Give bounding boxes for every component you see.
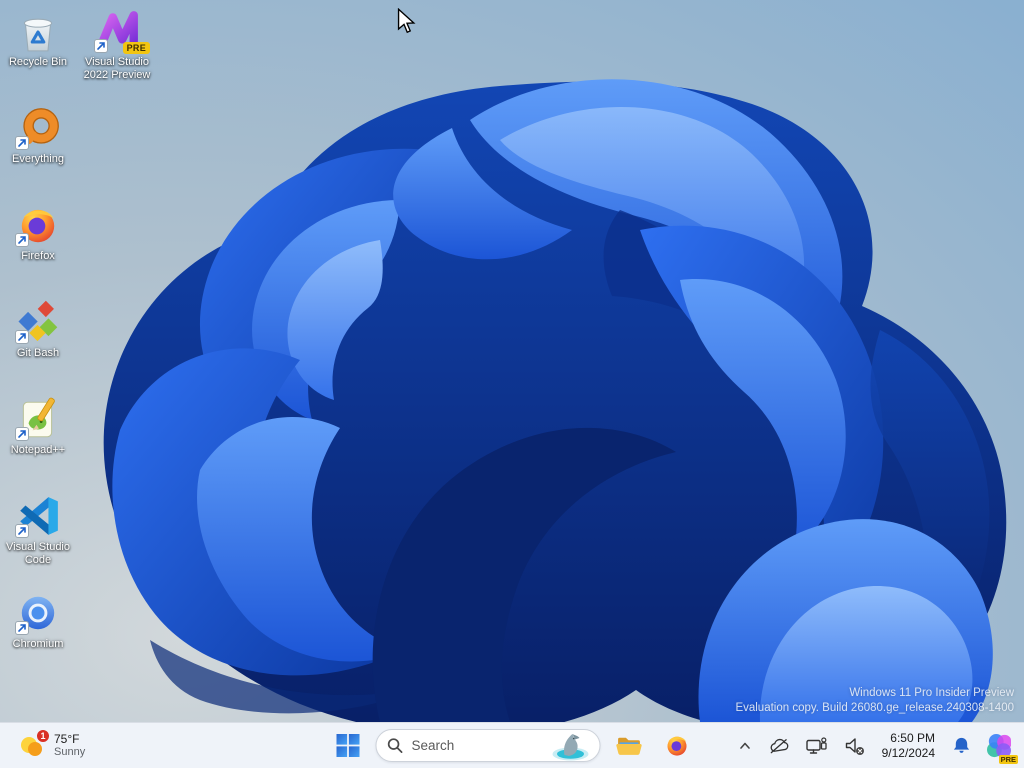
start-button[interactable]	[328, 726, 368, 766]
desktop-icon-git-bash[interactable]: Git Bash	[0, 299, 76, 360]
git-bash-icon	[15, 299, 61, 345]
clock-date: 9/12/2024	[882, 746, 935, 761]
notification-bell-icon	[952, 736, 971, 755]
chevron-up-icon	[738, 739, 752, 753]
desktop-icon-label: Firefox	[21, 250, 55, 263]
firefox-icon	[663, 732, 690, 759]
desktop-icon-firefox[interactable]: Firefox	[0, 202, 76, 263]
desktop-icon-label: Visual Studio Code	[0, 541, 76, 567]
watermark-line1: Windows 11 Pro Insider Preview	[735, 686, 1014, 701]
weather-temperature: 75°F	[54, 733, 85, 746]
clock-date-button[interactable]: 6:50 PM 9/12/2024	[876, 729, 941, 763]
windows-desktop-screen: Recycle Bin PRE Visual Studio 2022 Previ…	[0, 0, 1024, 768]
copilot-pre-badge: PRE	[999, 755, 1018, 764]
weather-widget[interactable]: 1 75°F Sunny	[8, 729, 95, 763]
search-highlight-dolphin-icon	[548, 731, 594, 761]
desktop: Recycle Bin PRE Visual Studio 2022 Previ…	[0, 0, 1024, 722]
desktop-icon-visual-studio-2022-preview[interactable]: PRE Visual Studio 2022 Preview	[79, 8, 155, 82]
insider-watermark: Windows 11 Pro Insider Preview Evaluatio…	[735, 686, 1014, 716]
volume-muted-icon	[844, 736, 865, 756]
shortcut-arrow-icon	[15, 233, 29, 247]
onedrive-tray-button[interactable]	[763, 732, 794, 760]
notification-center-button[interactable]	[947, 731, 976, 760]
taskbar: 1 75°F Sunny	[0, 722, 1024, 768]
shortcut-arrow-icon	[15, 621, 29, 635]
taskbar-center	[328, 723, 697, 768]
desktop-icon-label: Chromium	[13, 638, 64, 651]
show-hidden-icons-button[interactable]	[733, 734, 757, 758]
visual-studio-code-icon	[15, 493, 61, 539]
everything-icon	[15, 105, 61, 151]
file-explorer-icon	[615, 732, 642, 759]
search-icon	[387, 737, 404, 754]
onedrive-disabled-icon	[768, 737, 789, 755]
shortcut-arrow-icon	[15, 330, 29, 344]
wallpaper-bloom	[0, 0, 1024, 722]
shortcut-arrow-icon	[15, 427, 29, 441]
desktop-icon-notepad-plus-plus[interactable]: Notepad++	[0, 396, 76, 457]
file-explorer-button[interactable]	[609, 726, 649, 766]
desktop-icon-recycle-bin[interactable]: Recycle Bin	[0, 8, 76, 69]
visual-studio-preview-icon: PRE	[94, 8, 140, 54]
chromium-icon	[15, 590, 61, 636]
watermark-line2: Evaluation copy. Build 26080.ge_release.…	[735, 701, 1014, 716]
desktop-icon-label: Git Bash	[17, 347, 59, 360]
firefox-taskbar-button[interactable]	[657, 726, 697, 766]
recycle-bin-icon	[15, 8, 61, 54]
copilot-preview-button[interactable]: PRE	[982, 729, 1016, 763]
desktop-icon-visual-studio-code[interactable]: Visual Studio Code	[0, 493, 76, 567]
desktop-icon-label: Notepad++	[11, 444, 65, 457]
windows-logo-icon	[336, 734, 359, 757]
weather-notification-badge: 1	[36, 729, 50, 743]
taskbar-search-box[interactable]	[376, 729, 601, 762]
network-tray-button[interactable]	[800, 731, 833, 761]
clock-time: 6:50 PM	[882, 731, 935, 746]
desktop-icon-chromium[interactable]: Chromium	[0, 590, 76, 651]
firefox-icon	[15, 202, 61, 248]
shortcut-arrow-icon	[15, 524, 29, 538]
system-tray: 6:50 PM 9/12/2024	[733, 729, 1016, 763]
desktop-icon-label: Recycle Bin	[9, 56, 67, 69]
notepad-plus-plus-icon	[15, 396, 61, 442]
shortcut-arrow-icon	[15, 136, 29, 150]
shortcut-arrow-icon	[94, 39, 108, 53]
ethernet-network-icon	[805, 736, 828, 756]
vs-pre-badge: PRE	[123, 42, 150, 54]
search-input[interactable]	[404, 738, 548, 753]
desktop-icon-label: Everything	[12, 153, 64, 166]
desktop-icon-label: Visual Studio 2022 Preview	[79, 56, 155, 82]
desktop-icon-everything[interactable]: Everything	[0, 105, 76, 166]
weather-condition: Sunny	[54, 746, 85, 759]
volume-tray-button[interactable]	[839, 731, 870, 761]
